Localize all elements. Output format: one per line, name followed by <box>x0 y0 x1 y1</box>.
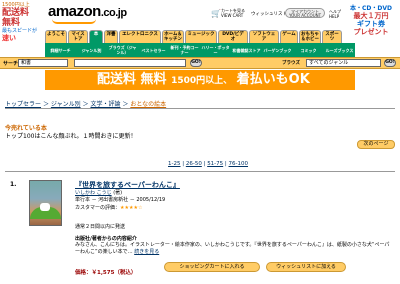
subnav-browse[interactable]: ブラウズ（ジャンル） <box>107 45 138 55</box>
subnav-genre[interactable]: ジャンル別 <box>76 48 107 53</box>
breadcrumb-literature[interactable]: 文学・評論 <box>90 101 120 108</box>
customer-rating: カスタマーの評価：★★★★☆ <box>75 204 142 211</box>
tab-music[interactable]: ミュージック <box>185 30 217 43</box>
account-label-en: YOUR ACCOUNT <box>288 13 322 18</box>
banner-text: 着払いもOK <box>236 72 310 87</box>
view-cart-link[interactable]: カートを見る VIEW CART <box>221 8 245 18</box>
main-tabs: ようこそ マイストア 本 洋書 エレクトロニクス ホーム＆キッチン ミュージック… <box>45 30 343 43</box>
promo-line: 最大１万円 <box>353 12 389 20</box>
description-heading: 出版社/著者からの内容紹介 <box>75 236 137 242</box>
add-to-cart-button[interactable]: ショッピングカートに入れる <box>164 262 260 272</box>
cover-art <box>40 203 50 211</box>
tab-toys[interactable]: おもちゃ＆ホビー <box>299 30 321 43</box>
breadcrumb-sep: ＞ <box>122 101 129 108</box>
amazon-logo[interactable]: amazon.co.jp <box>48 3 127 20</box>
pagination: 1-25 | 26-50 | 51-75 | 76-100 <box>168 161 248 167</box>
logo-text: amazon <box>48 3 101 20</box>
promo-line: 本・CD・DVD <box>350 5 392 12</box>
price: 価格：￥1,575（税込） <box>75 270 137 276</box>
tab-my-store[interactable]: マイストア <box>68 30 88 43</box>
browse-go-button[interactable]: GO! <box>384 59 396 67</box>
divider <box>5 171 395 172</box>
author-link[interactable]: いしかわ こうじ <box>75 190 112 196</box>
search-category-select[interactable]: 和書 <box>18 59 68 67</box>
author-role: (著) <box>113 190 123 196</box>
subnav-bestsellers[interactable]: ベストセラー <box>138 48 169 53</box>
pager-sep: | <box>224 161 227 167</box>
publisher-info: 単行本 － 河出書房新社 － 2005/12/19 <box>75 197 166 203</box>
read-more-link[interactable]: 続きを見る <box>134 249 159 255</box>
tab-sports[interactable]: スポーツ <box>322 30 342 43</box>
books-subnav: 詳細サーチ ジャンル別 ブラウズ（ジャンル） ベストセラー 新刊・予約コーナー … <box>45 43 355 57</box>
tab-games[interactable]: ゲーム <box>280 30 298 43</box>
tab-home-kitchen[interactable]: ホーム＆キッチン <box>162 30 184 43</box>
subnav-advanced-search[interactable]: 詳細サーチ <box>45 48 76 53</box>
promo-line: 無料 <box>2 18 21 28</box>
free-shipping-banner[interactable]: 配送料 無料 1500円以上、 着払いもOK <box>45 70 355 90</box>
subnav-harry-potter[interactable]: ハリー・ポッター <box>200 45 231 55</box>
cart-icon[interactable]: 🛒 <box>211 9 221 18</box>
help-link[interactable]: ヘルプ HELP <box>329 9 341 19</box>
browse-genre-select[interactable]: すべてのジャンル <box>306 59 381 67</box>
breadcrumb: トップセラー ＞ ジャンル別 ＞ 文学・評論 ＞ おとなの絵本 <box>5 99 166 108</box>
cart-label-en: VIEW CART <box>221 13 244 18</box>
pager-sep: | <box>182 161 185 167</box>
description-body: みなさん、こんにちは。イラストレーター・絵本作家の、いしかわこうじです。『世界を… <box>75 242 393 256</box>
pager-sep: | <box>203 161 206 167</box>
tab-books[interactable]: 本 <box>89 30 103 43</box>
page-link[interactable]: 26-50 <box>186 161 202 167</box>
section-description: トップ100はこんな顔ぶれ。１時間おきに更新！ <box>5 133 137 140</box>
promo-line: 配送料 <box>2 8 30 18</box>
browse-label: ブラウズ <box>282 61 300 66</box>
product-title-link[interactable]: 『世界を旅するペーパーわんこ』 <box>75 180 180 190</box>
product-meta: いしかわ こうじ (著) 単行本 － 河出書房新社 － 2005/12/19 <box>75 190 165 204</box>
page-link[interactable]: 76-100 <box>229 161 248 167</box>
star-rating-icon[interactable]: ★★★★☆ <box>120 205 142 211</box>
promo-gift-card[interactable]: 本・CD・DVD 最大１万円 ギフト券 プレゼント <box>345 5 397 36</box>
subnav-magazines[interactable]: 和書雑誌ストア <box>231 48 262 53</box>
subnav-loose-books[interactable]: ルーズブックス <box>324 48 355 53</box>
logo-smile-icon <box>52 19 96 24</box>
subnav-new-releases[interactable]: 新刊・予約コーナー <box>169 45 200 55</box>
page-link[interactable]: 51-75 <box>207 161 223 167</box>
subnav-bargain[interactable]: バーゲンブック <box>262 48 293 53</box>
breadcrumb-genre[interactable]: ジャンル別 <box>51 101 81 108</box>
search-go-button[interactable]: GO! <box>190 59 202 67</box>
tab-dvd[interactable]: DVD/ビデオ <box>218 30 248 43</box>
breadcrumb-sep: ＞ <box>82 101 89 108</box>
breadcrumb-topsellers[interactable]: トップセラー <box>5 101 41 108</box>
search-input[interactable] <box>74 59 186 67</box>
description-text: みなさん、こんにちは。イラストレーター・絵本作家の、いしかわこうじです。『世界を… <box>75 242 390 255</box>
subnav-comics[interactable]: コミック <box>293 48 324 53</box>
banner-text: 1500円以上、 <box>171 76 233 86</box>
account-button[interactable]: マイアカウント YOUR ACCOUNT <box>285 8 325 18</box>
promo-line: プレゼント <box>353 28 389 36</box>
help-label-en: HELP <box>329 14 340 19</box>
breadcrumb-current: おとなの絵本 <box>130 101 167 108</box>
promo-free-shipping[interactable]: 1500円以上 配送料 無料 最もスピードが 速い <box>2 2 40 42</box>
promo-line: 速い <box>2 34 16 42</box>
tab-welcome[interactable]: ようこそ <box>45 30 67 43</box>
add-to-wishlist-button[interactable]: ウィッシュリストに加える <box>266 262 346 272</box>
rating-label: カスタマーの評価： <box>75 205 121 211</box>
next-page-button[interactable]: 次のページ <box>357 140 395 149</box>
search-label: サーチ <box>3 61 19 67</box>
tab-electronics[interactable]: エレクトロニクス <box>119 30 161 43</box>
book-cover-image[interactable] <box>29 180 62 226</box>
wishlist-link[interactable]: ウィッシュリスト <box>251 11 287 17</box>
page-link[interactable]: 1-25 <box>168 161 180 167</box>
divider <box>5 108 395 109</box>
breadcrumb-sep: ＞ <box>42 101 49 108</box>
shipping-info: 通常２日間以内に発送 <box>75 224 126 230</box>
promo-line: ギフト券 <box>357 20 385 28</box>
tab-english-books[interactable]: 洋書 <box>104 30 118 43</box>
tab-software[interactable]: ソフトウェア <box>249 30 279 43</box>
product-rank: 1. <box>10 181 17 188</box>
logo-suffix: .co.jp <box>100 7 127 19</box>
banner-text: 配送料 無料 <box>97 72 167 87</box>
